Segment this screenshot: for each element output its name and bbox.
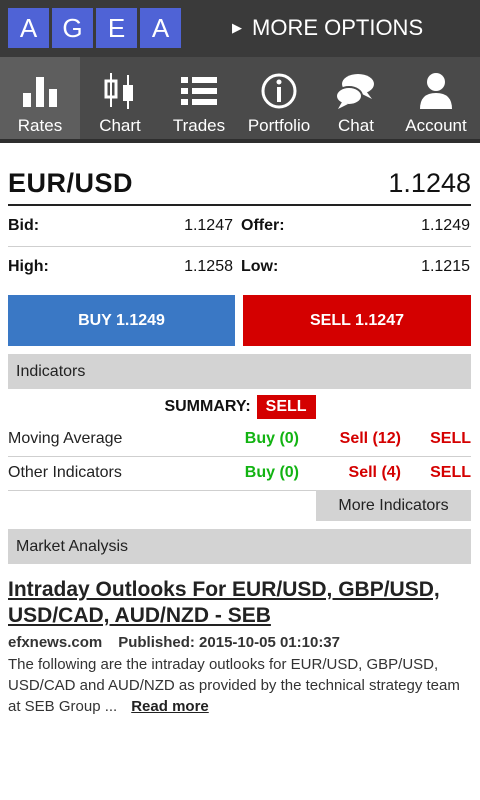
indicator-verdict: SELL — [430, 430, 471, 447]
indicator-row-moving-average: Moving Average Buy (0) Sell (12) SELL — [8, 422, 471, 456]
article-meta: efxnews.com Published: 2015-10-05 01:10:3… — [8, 634, 474, 651]
article-excerpt: The following are the intraday outlooks … — [8, 654, 474, 717]
high-value: 1.1258 — [184, 258, 233, 275]
summary-label: SUMMARY: — [164, 398, 251, 415]
logo-letter: A — [8, 8, 49, 48]
chat-bubbles-icon — [334, 69, 378, 113]
user-icon — [414, 69, 458, 113]
article-title-link[interactable]: Intraday Outlooks For EUR/USD, GBP/USD, … — [8, 577, 474, 629]
low-value: 1.1215 — [421, 258, 470, 275]
article-excerpt-text: The following are the intraday outlooks … — [8, 656, 460, 715]
nav-label: Rates — [17, 116, 63, 135]
nav-item-trades[interactable]: Trades — [160, 57, 238, 139]
list-icon — [177, 69, 221, 113]
logo-letter: A — [140, 8, 181, 48]
nav-label: Chat — [338, 116, 374, 135]
indicator-name: Other Indicators — [8, 464, 122, 481]
bar-chart-icon — [18, 69, 62, 113]
more-indicators-button[interactable]: More Indicators — [316, 490, 471, 521]
top-bar: A G E A ▶ MORE OPTIONS — [0, 0, 480, 57]
main-nav: Rates Chart Trades Portfolio Chat Accoun… — [0, 57, 480, 143]
indicator-sell-count: Sell (4) — [348, 464, 401, 481]
triangle-right-icon: ▶ — [232, 20, 242, 35]
buy-button[interactable]: BUY 1.1249 — [8, 295, 235, 346]
nav-label: Portfolio — [247, 116, 311, 135]
summary-badge: SELL — [256, 395, 316, 419]
indicator-sell-count: Sell (12) — [339, 430, 401, 447]
current-price: 1.1248 — [388, 168, 471, 198]
nav-label: Trades — [172, 116, 226, 135]
low-label: Low: — [241, 258, 279, 275]
bid-offer-row: Bid: 1.1247 Offer: 1.1249 — [8, 206, 471, 246]
article-published: Published: 2015-10-05 01:10:37 — [118, 634, 340, 651]
offer-label: Offer: — [241, 217, 285, 234]
indicators-summary: SUMMARY: SELL — [0, 393, 480, 421]
candlestick-icon — [98, 69, 142, 113]
sell-button[interactable]: SELL 1.1247 — [243, 295, 471, 346]
read-more-link[interactable]: Read more — [131, 698, 209, 715]
bid-value: 1.1247 — [184, 217, 233, 234]
bid-label: Bid: — [8, 217, 40, 234]
indicator-row-other: Other Indicators Buy (0) Sell (4) SELL — [8, 456, 471, 490]
article-source: efxnews.com — [8, 634, 103, 651]
nav-item-rates[interactable]: Rates — [0, 57, 80, 139]
nav-item-portfolio[interactable]: Portfolio — [238, 57, 320, 139]
nav-label: Account — [405, 116, 467, 135]
nav-item-chart[interactable]: Chart — [80, 57, 160, 139]
currency-pair: EUR/USD — [8, 168, 134, 198]
nav-item-chat[interactable]: Chat — [320, 57, 392, 139]
app-logo[interactable]: A G E A — [8, 8, 181, 48]
high-label: High: — [8, 258, 49, 275]
more-options-button[interactable]: ▶ MORE OPTIONS — [232, 12, 423, 44]
nav-label: Chart — [99, 116, 141, 135]
nav-item-account[interactable]: Account — [392, 57, 480, 139]
logo-letter: E — [96, 8, 137, 48]
market-analysis-header: Market Analysis — [8, 529, 471, 564]
high-low-row: High: 1.1258 Low: 1.1215 — [8, 247, 471, 287]
indicator-verdict: SELL — [430, 464, 471, 481]
indicator-name: Moving Average — [8, 430, 123, 447]
info-icon — [257, 69, 301, 113]
logo-letter: G — [52, 8, 93, 48]
more-options-label: MORE OPTIONS — [252, 15, 424, 40]
quote-header: EUR/USD 1.1248 — [8, 166, 471, 206]
offer-value: 1.1249 — [421, 217, 470, 234]
indicator-buy-count: Buy (0) — [244, 430, 299, 447]
indicator-buy-count: Buy (0) — [244, 464, 299, 481]
indicators-header: Indicators — [8, 354, 471, 389]
